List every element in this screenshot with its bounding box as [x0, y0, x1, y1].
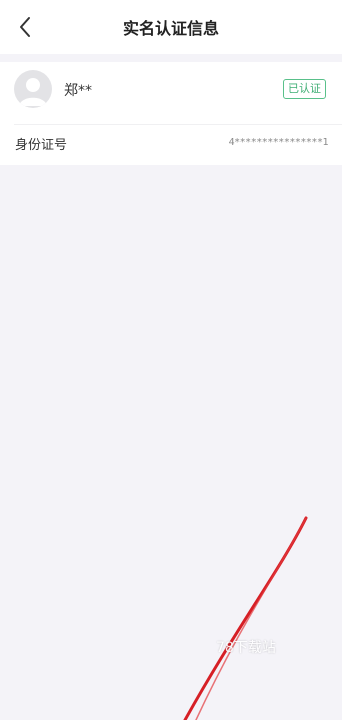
- page-title: 实名认证信息: [122, 19, 219, 38]
- user-name: 郑**: [64, 83, 92, 99]
- verified-badge: 已认证: [283, 79, 326, 99]
- navigation-bar: 实名认证信息: [0, 0, 342, 54]
- divider: [14, 124, 342, 125]
- default-avatar-icon: [14, 70, 52, 108]
- identity-card: 郑** 已认证 身份证号 4****************1: [0, 62, 342, 165]
- id-number-value: 4****************1: [228, 137, 329, 148]
- watermark-text: 78下载站: [216, 640, 276, 656]
- id-number-label: 身份证号: [15, 138, 68, 153]
- real-name-info-page: 实名认证信息 郑** 已认证 身份证号 4****************1 7…: [0, 0, 342, 720]
